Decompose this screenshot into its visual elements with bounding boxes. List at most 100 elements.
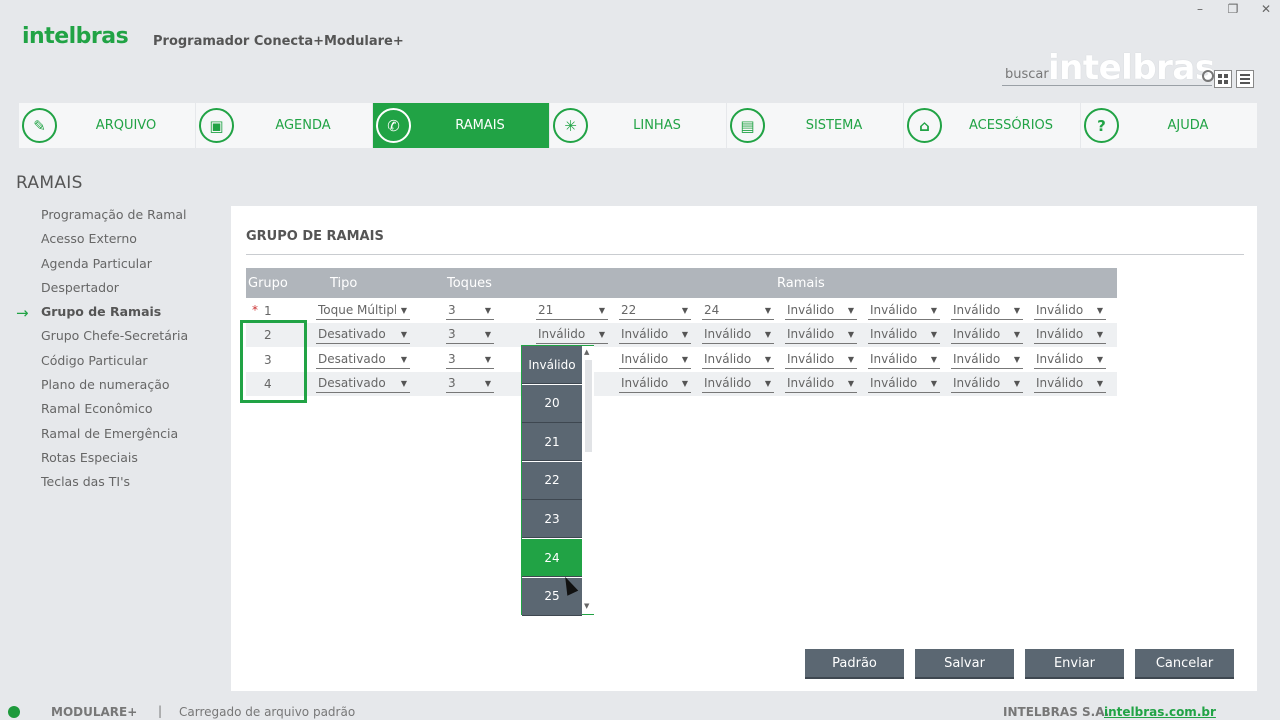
sidebar-item[interactable]: Agenda Particular bbox=[41, 255, 188, 279]
sidebar-item[interactable]: Grupo de Ramais bbox=[41, 303, 188, 327]
dropdown-option[interactable]: 20 bbox=[522, 384, 582, 423]
header-toques: Toques bbox=[447, 276, 492, 291]
chevron-down-icon: ▼ bbox=[764, 354, 771, 364]
tab-label: ARQUIVO bbox=[95, 118, 157, 133]
tipo-select[interactable]: Desativado ▼ bbox=[316, 374, 410, 393]
ramal-select[interactable]: Inválido ▼ bbox=[702, 374, 774, 393]
table-row: 2 Desativado ▼ 3 ▼ Inválido ▼ Inválido ▼ Inválido… bbox=[246, 323, 1117, 348]
ramal-select[interactable]: 21 ▼ bbox=[536, 301, 608, 320]
dropdown-option[interactable]: 23 bbox=[522, 500, 582, 539]
ramal-select[interactable]: Inválido ▼ bbox=[951, 350, 1023, 369]
sidebar-item[interactable]: Ramal de Emergência bbox=[41, 425, 188, 449]
dropdown-option[interactable]: 22 bbox=[522, 461, 582, 500]
tab-linhas[interactable]: ✳ LINHAS bbox=[550, 103, 727, 148]
group-column-highlight bbox=[240, 320, 307, 403]
ramal-select[interactable]: Inválido ▼ bbox=[536, 325, 608, 345]
chevron-down-icon: ▼ bbox=[598, 330, 605, 340]
chevron-down-icon: ▼ bbox=[847, 306, 854, 315]
ramal-select[interactable]: Inválido ▼ bbox=[1034, 350, 1106, 369]
website-link[interactable]: intelbras.com.br bbox=[1104, 705, 1216, 719]
tipo-select[interactable]: Desativado ▼ bbox=[316, 350, 410, 369]
ramal-select-value: Inválido bbox=[787, 327, 835, 342]
ramal-select[interactable]: Inválido ▼ bbox=[868, 325, 940, 345]
ramal-select[interactable]: Inválido ▼ bbox=[785, 374, 857, 393]
ramal-select[interactable]: Inválido ▼ bbox=[785, 325, 857, 345]
active-arrow-icon: → bbox=[16, 304, 29, 322]
tab-ajuda[interactable]: ? AJUDA bbox=[1081, 103, 1258, 148]
toques-select[interactable]: 3 ▼ bbox=[446, 325, 494, 345]
ramal-select[interactable]: 22 ▼ bbox=[619, 301, 691, 320]
tab-agenda[interactable]: ▣ AGENDA bbox=[196, 103, 373, 148]
sidebar-item[interactable]: Código Particular bbox=[41, 352, 188, 376]
ramal-select[interactable]: Inválido ▼ bbox=[1034, 301, 1106, 320]
ramal-select[interactable]: Inválido ▼ bbox=[785, 350, 857, 369]
sidebar-item[interactable]: Ramal Econômico bbox=[41, 400, 188, 424]
ramal-select[interactable]: Inválido ▼ bbox=[619, 374, 691, 393]
sidebar-item[interactable]: Plano de numeração bbox=[41, 376, 188, 400]
ramal-select-value: Inválido bbox=[704, 351, 752, 366]
list-view-icon[interactable] bbox=[1236, 70, 1254, 88]
padrao-button[interactable]: Padrão bbox=[805, 649, 904, 679]
chevron-down-icon: ▼ bbox=[681, 354, 688, 364]
salvar-button[interactable]: Salvar bbox=[915, 649, 1014, 679]
ramal-select[interactable]: Inválido ▼ bbox=[951, 301, 1023, 320]
toques-select-value: 3 bbox=[448, 351, 456, 366]
sidebar-menu: Programação de Ramal Acesso Externo Agenda… bbox=[41, 206, 188, 498]
tab-acessorios[interactable]: ⌂ ACESSÓRIOS bbox=[904, 103, 1081, 148]
sidebar-item[interactable]: Acesso Externo bbox=[41, 230, 188, 254]
tab-label: LINHAS bbox=[633, 118, 681, 133]
sidebar-item[interactable]: Rotas Especiais bbox=[41, 449, 188, 473]
grupo-cell: 1 bbox=[264, 304, 272, 318]
chevron-down-icon: ▼ bbox=[484, 330, 491, 340]
restore-icon[interactable]: ❐ bbox=[1223, 2, 1243, 16]
ramal-select[interactable]: Inválido ▼ bbox=[785, 301, 857, 320]
sidebar-item[interactable]: Grupo Chefe-Secretária bbox=[41, 327, 188, 351]
ramal-dropdown-list[interactable]: ▲ ▼ Inválido 20 21 22 23 24 25 bbox=[521, 345, 594, 616]
ramal-select[interactable]: Inválido ▼ bbox=[868, 374, 940, 393]
dropdown-scroll-thumb[interactable] bbox=[585, 360, 592, 452]
ramal-select[interactable]: 24 ▼ bbox=[702, 301, 774, 320]
ramal-select[interactable]: Inválido ▼ bbox=[868, 350, 940, 369]
tab-sistema[interactable]: ▤ SISTEMA bbox=[727, 103, 904, 148]
toques-select[interactable]: 3 ▼ bbox=[446, 374, 494, 393]
ramal-select[interactable]: Inválido ▼ bbox=[1034, 374, 1106, 393]
sidebar-item[interactable]: Despertador bbox=[41, 279, 188, 303]
grid-view-icon[interactable] bbox=[1214, 70, 1232, 88]
ramal-select[interactable]: Inválido ▼ bbox=[619, 350, 691, 369]
dropdown-option[interactable]: Inválido bbox=[522, 346, 582, 384]
sidebar-item[interactable]: Programação de Ramal bbox=[41, 206, 188, 230]
search-bar[interactable]: buscar intelbras bbox=[1000, 48, 1258, 88]
header-ramais: Ramais bbox=[777, 276, 825, 291]
ramal-select[interactable]: Inválido ▼ bbox=[619, 325, 691, 345]
toques-select[interactable]: 3 ▼ bbox=[446, 350, 494, 369]
ramal-select[interactable]: Inválido ▼ bbox=[868, 301, 940, 320]
ramal-select-value: 21 bbox=[538, 303, 554, 317]
tipo-select[interactable]: Toque Múltiplo ▼ bbox=[316, 301, 410, 320]
search-icon[interactable] bbox=[1202, 70, 1214, 82]
dropdown-option[interactable]: 21 bbox=[522, 423, 582, 462]
ramal-select[interactable]: Inválido ▼ bbox=[951, 374, 1023, 393]
ramal-select[interactable]: Inválido ▼ bbox=[1034, 325, 1106, 345]
sidebar-item[interactable]: Teclas das TI's bbox=[41, 473, 188, 497]
tab-ramais[interactable]: ✆ RAMAIS bbox=[373, 103, 550, 148]
chevron-down-icon: ▼ bbox=[484, 306, 491, 315]
tab-arquivo[interactable]: ✎ ARQUIVO bbox=[19, 103, 196, 148]
toques-select-value: 3 bbox=[448, 375, 456, 390]
scroll-up-icon[interactable]: ▲ bbox=[584, 348, 589, 356]
scroll-down-icon[interactable]: ▼ bbox=[584, 602, 589, 610]
ramal-select[interactable]: Inválido ▼ bbox=[951, 325, 1023, 345]
ramal-select[interactable]: Inválido ▼ bbox=[702, 350, 774, 369]
chevron-down-icon: ▼ bbox=[681, 330, 688, 340]
dropdown-option[interactable]: 24 bbox=[522, 539, 582, 577]
chevron-down-icon: ▼ bbox=[930, 330, 937, 340]
minimize-icon[interactable]: – bbox=[1190, 2, 1210, 16]
chevron-down-icon: ▼ bbox=[1096, 378, 1103, 388]
enviar-button[interactable]: Enviar bbox=[1025, 649, 1124, 679]
ramal-select[interactable]: Inválido ▼ bbox=[702, 325, 774, 345]
tipo-select[interactable]: Desativado ▼ bbox=[316, 325, 410, 345]
ramal-select-value: Inválido bbox=[870, 375, 918, 390]
ramal-select-value: Inválido bbox=[621, 375, 669, 390]
close-icon[interactable]: ✕ bbox=[1256, 2, 1276, 16]
toques-select[interactable]: 3 ▼ bbox=[446, 301, 494, 320]
cancelar-button[interactable]: Cancelar bbox=[1135, 649, 1234, 679]
